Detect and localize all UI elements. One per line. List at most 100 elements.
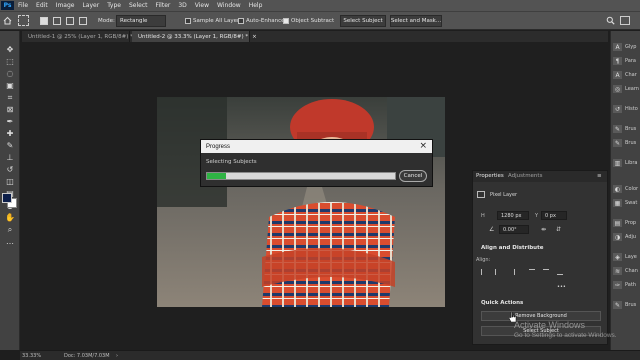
eyedropper-tool-icon[interactable]: ✒ <box>5 117 15 126</box>
panel-label: Char <box>625 72 637 78</box>
add-to-selection-icon[interactable] <box>53 17 61 25</box>
status-arrow-icon[interactable]: › <box>116 353 118 359</box>
channels-icon: ≋ <box>613 267 622 275</box>
align-right-icon[interactable] <box>509 269 515 275</box>
panel-label: Chan <box>625 268 638 274</box>
panel-brush-settings[interactable]: ✎ Brus <box>611 137 640 149</box>
tab-label: Untitled-2 @ 33.3% (Layer 1, RGB/8#) * <box>138 33 249 40</box>
panel-paths[interactable]: ✑ Path <box>611 279 640 291</box>
object-selection-icon[interactable]: ▣ <box>5 81 15 90</box>
document-image[interactable] <box>157 97 445 307</box>
panel-color[interactable]: ◐ Color <box>611 183 640 195</box>
mode-label: Mode: <box>98 18 115 24</box>
tab-properties[interactable]: Properties <box>476 173 504 179</box>
sample-all-layers-checkbox[interactable] <box>185 18 191 24</box>
properties-panel: Properties Adjustments ≡ Pixel Layer H 1… <box>472 170 608 345</box>
menu-filter[interactable]: Filter <box>152 2 175 9</box>
progress-status-text: Selecting Subjects <box>206 159 257 165</box>
progress-bar <box>206 172 396 180</box>
cancel-button[interactable]: Cancel <box>399 170 427 182</box>
history-brush-icon[interactable]: ↺ <box>5 165 15 174</box>
tab-untitled-2[interactable]: Untitled-2 @ 33.3% (Layer 1, RGB/8#) * × <box>132 31 257 42</box>
panel-paragraph[interactable]: ¶ Para <box>611 55 640 67</box>
eraser-tool-icon[interactable]: ◫ <box>5 177 15 186</box>
crop-tool-icon[interactable]: ⌗ <box>5 93 15 102</box>
tab-untitled-1[interactable]: Untitled-1 @ 25% (Layer 1, RGB/8#) * × <box>22 31 142 42</box>
tab-close-icon[interactable]: × <box>252 34 257 40</box>
panel-label: Path <box>625 282 636 288</box>
tab-adjustments[interactable]: Adjustments <box>508 173 542 179</box>
zoom-level[interactable]: 33.33% <box>22 353 41 359</box>
align-left-icon[interactable] <box>481 269 487 275</box>
panel-brushes[interactable]: ✎ Brus <box>611 123 640 135</box>
y-field[interactable]: 0 px <box>541 211 567 220</box>
flip-horizontal-icon[interactable]: ⇹ <box>541 226 546 233</box>
new-selection-icon[interactable] <box>40 17 48 25</box>
menu-image[interactable]: Image <box>52 2 79 9</box>
panel-learn[interactable]: ◎ Learn <box>611 83 640 95</box>
menu-select[interactable]: Select <box>125 2 152 9</box>
panel-label: Para <box>625 58 636 64</box>
object-subtract-checkbox[interactable] <box>283 18 289 24</box>
object-selection-tool-icon[interactable] <box>18 15 29 26</box>
auto-enhance-checkbox[interactable] <box>238 18 244 24</box>
paths-icon: ✑ <box>613 281 622 289</box>
panel-glyphs[interactable]: A Glyp <box>611 41 640 53</box>
flip-vertical-icon[interactable]: ⇵ <box>556 226 561 233</box>
panel-libraries[interactable]: ▥ Libra <box>611 157 640 169</box>
menu-3d[interactable]: 3D <box>174 2 190 9</box>
paragraph-icon: ¶ <box>613 57 622 65</box>
menu-view[interactable]: View <box>191 2 213 9</box>
menu-window[interactable]: Window <box>213 2 245 9</box>
panel-menu-icon[interactable]: ≡ <box>597 173 602 179</box>
height-value: 1280 px <box>501 212 522 219</box>
marquee-tool-icon[interactable]: ⬚ <box>5 57 15 66</box>
panel-properties[interactable]: ▤ Prop <box>611 217 640 229</box>
align-section-title[interactable]: Align and Distribute <box>481 245 543 251</box>
align-top-icon[interactable] <box>529 269 535 275</box>
zoom-tool-icon[interactable]: ⌕ <box>5 225 15 234</box>
panel-swatches[interactable]: ▦ Swat <box>611 197 640 209</box>
lasso-tool-icon[interactable]: ◌ <box>5 69 15 78</box>
dialog-close-icon[interactable]: × <box>419 141 427 151</box>
activate-windows-watermark: Activate Windows Go to Settings to activ… <box>514 320 617 339</box>
align-middle-icon[interactable] <box>543 269 549 275</box>
menu-layer[interactable]: Layer <box>78 2 103 9</box>
panel-brush-presets[interactable]: ✎ Brus <box>611 299 640 311</box>
panel-adjustments[interactable]: ◑ Adju <box>611 231 640 243</box>
properties-icon: ▤ <box>613 219 622 227</box>
menu-type[interactable]: Type <box>103 2 125 9</box>
workspace-icon[interactable] <box>620 16 630 25</box>
panel-label: Glyp <box>625 44 637 50</box>
search-icon[interactable] <box>606 16 615 25</box>
move-tool-icon[interactable]: ✥ <box>5 45 15 54</box>
panel-character[interactable]: A Char <box>611 69 640 81</box>
hand-tool-icon[interactable]: ✋ <box>5 213 15 222</box>
brush-tool-icon[interactable]: ✎ <box>5 141 15 150</box>
panel-layers[interactable]: ◈ Laye <box>611 251 640 263</box>
intersect-selection-icon[interactable] <box>79 17 87 25</box>
align-label: Align: <box>476 257 491 263</box>
menu-help[interactable]: Help <box>245 2 267 9</box>
foreground-color-swatch[interactable] <box>2 193 12 203</box>
panel-channels[interactable]: ≋ Chan <box>611 265 640 277</box>
clone-stamp-icon[interactable]: ⊥ <box>5 153 15 162</box>
home-icon[interactable] <box>3 16 12 25</box>
menu-file[interactable]: File <box>14 2 32 9</box>
layer-type-label: Pixel Layer <box>490 192 518 198</box>
mode-dropdown[interactable]: Rectangle <box>116 15 166 27</box>
subtract-from-selection-icon[interactable] <box>66 17 74 25</box>
select-subject-button[interactable]: Select Subject <box>340 15 386 27</box>
align-center-icon[interactable] <box>495 269 501 275</box>
angle-field[interactable]: 0.00° <box>499 225 529 234</box>
more-tools-icon[interactable]: … <box>5 237 15 246</box>
menu-edit[interactable]: Edit <box>32 2 52 9</box>
quick-actions-title[interactable]: Quick Actions <box>481 300 523 306</box>
height-field[interactable]: 1280 px <box>497 211 529 220</box>
frame-tool-icon[interactable]: ⊠ <box>5 105 15 114</box>
select-and-mask-button[interactable]: Select and Mask... <box>390 15 442 27</box>
panel-history[interactable]: ↺ Histo <box>611 103 640 115</box>
more-options-icon[interactable]: ••• <box>557 284 566 290</box>
healing-brush-icon[interactable]: ✚ <box>5 129 15 138</box>
align-bottom-icon[interactable] <box>557 269 563 275</box>
